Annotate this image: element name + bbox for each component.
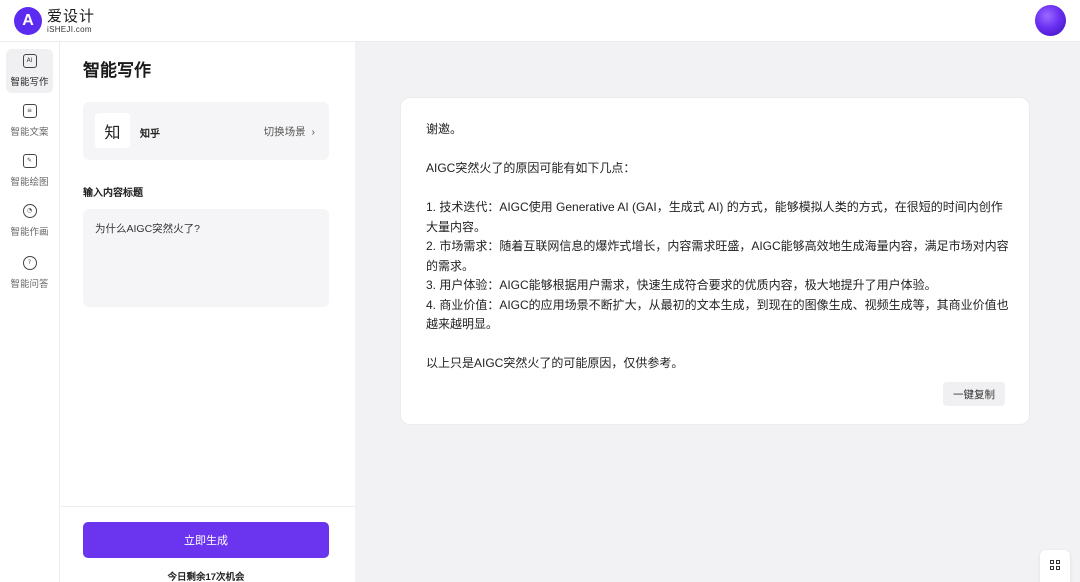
scene-card[interactable]: 知 知乎 切换场景 ›: [83, 102, 329, 160]
result-line: 1. 技术迭代：AIGC使用 Generative AI (GAI，生成式 AI…: [426, 200, 1003, 234]
ai-paint-icon: ◔: [22, 204, 37, 218]
ai-write-icon: AI: [22, 54, 37, 68]
sidebar-item-label: 智能问答: [10, 279, 49, 290]
chevron-right-icon: ›: [311, 126, 316, 138]
top-bar: A 爱设计 iSHEJI.com: [0, 0, 1080, 42]
remaining-quota-text: 今日剩余17次机会: [167, 572, 245, 582]
logo-mark-icon: A: [14, 7, 42, 35]
result-line: AIGC突然火了的原因可能有如下几点：: [426, 161, 636, 175]
result-line: 以上只是AIGC突然火了的可能原因，仅供参考。: [426, 356, 684, 370]
qr-code-icon: [1049, 559, 1061, 571]
result-line: 4. 商业价值：AIGC的应用场景不断扩大，从最初的文本生成，到现在的图像生成、…: [426, 297, 1009, 332]
sidebar-item-label: 智能绘图: [10, 177, 49, 188]
sidebar-item-label: 智能作画: [10, 227, 49, 238]
qr-code-button[interactable]: [1048, 558, 1062, 572]
logo-text: 爱设计 iSHEJI.com: [47, 9, 95, 34]
generate-button[interactable]: 立即生成: [83, 522, 329, 558]
result-line: 2. 市场需求：随着互联网信息的爆炸式增长，内容需求旺盛，AIGC能够高效地生成…: [426, 239, 1009, 273]
result-line: 3. 用户体验：AIGC能够根据用户需求，快速生成符合要求的优质内容，极大地提升…: [426, 278, 937, 292]
panel-footer: 立即生成 今日剩余17次机会: [61, 506, 355, 582]
result-text: 谢邀。 AIGC突然火了的原因可能有如下几点： 1. 技术迭代：AIGC使用 G…: [426, 120, 1011, 374]
title-input[interactable]: 为什么AIGC突然火了?: [83, 209, 329, 307]
switch-scene-button[interactable]: 切换场景 ›: [264, 124, 315, 139]
floating-toolbar: ?: [1040, 550, 1070, 582]
logo-subtitle: iSHEJI.com: [47, 24, 92, 34]
brand-logo[interactable]: A 爱设计 iSHEJI.com: [14, 7, 95, 35]
sidebar-item-label: 智能文案: [10, 127, 49, 138]
zhihu-icon: 知: [95, 113, 130, 148]
sidebar-item-smart-drawing[interactable]: ✎ 智能绘图: [6, 149, 53, 193]
sidebar-item-smart-painting[interactable]: ◔ 智能作画: [6, 199, 53, 243]
writing-panel: 智能写作 知 知乎 切换场景 › 输入内容标题 为什么AIGC突然火了? 立即生…: [61, 42, 355, 582]
help-circle-icon: ?: [22, 256, 37, 270]
result-area: 谢邀。 AIGC突然火了的原因可能有如下几点： 1. 技术迭代：AIGC使用 G…: [355, 42, 1080, 582]
copy-button[interactable]: 一键复制: [943, 382, 1005, 406]
page-title: 智能写作: [83, 61, 151, 80]
sidebar-item-smart-qa[interactable]: ? 智能问答: [6, 251, 53, 295]
result-card: 谢邀。 AIGC突然火了的原因可能有如下几点： 1. 技术迭代：AIGC使用 G…: [400, 97, 1030, 425]
scene-name: 知乎: [140, 129, 160, 140]
ai-draw-icon: ✎: [22, 154, 37, 168]
sidebar-nav: AI 智能写作 ≡ 智能文案 ✎ 智能绘图 ◔ 智能作画 ? 智能问答: [0, 42, 60, 582]
ai-copy-icon: ≡: [22, 104, 37, 118]
logo-title: 爱设计: [47, 7, 96, 25]
switch-scene-label: 切换场景: [263, 126, 306, 138]
sidebar-item-label: 智能写作: [10, 77, 49, 88]
user-avatar[interactable]: [1035, 5, 1066, 36]
result-line: 谢邀。: [426, 122, 463, 136]
sidebar-item-smart-copy[interactable]: ≡ 智能文案: [6, 99, 53, 143]
sidebar-item-smart-writing[interactable]: AI 智能写作: [6, 49, 53, 93]
title-field-label: 输入内容标题: [83, 188, 143, 199]
